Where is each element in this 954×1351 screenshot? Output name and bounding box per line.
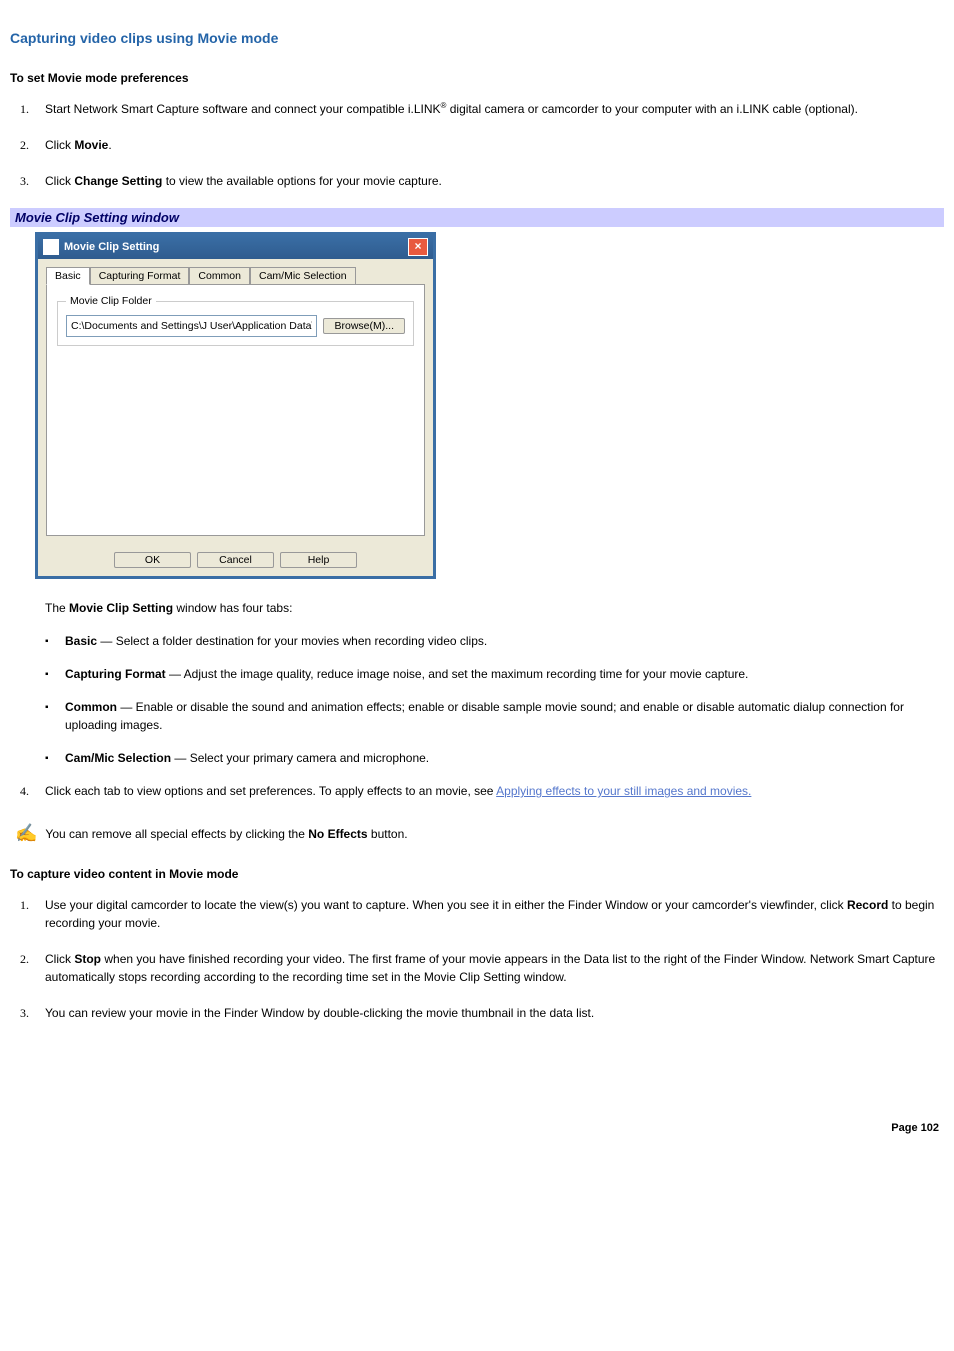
list-item: 3. Click Change Setting to view the avai… (45, 172, 944, 190)
note-text: You can remove all special effects by cl… (45, 827, 308, 841)
step-number: 2. (20, 950, 29, 968)
step-text: Start Network Smart Capture software and… (45, 102, 441, 116)
tab-strip: Basic Capturing Format Common Cam/Mic Se… (46, 267, 425, 285)
dialog-body: Basic Capturing Format Common Cam/Mic Se… (38, 259, 433, 544)
step-text: Click (45, 174, 74, 188)
movie-clip-setting-dialog: Movie Clip Setting × Basic Capturing For… (35, 232, 436, 579)
step-bold: Change Setting (74, 174, 162, 188)
step-bold: Movie (74, 138, 108, 152)
list-item: 2. Click Movie. (45, 136, 944, 154)
cancel-button[interactable]: Cancel (197, 552, 274, 568)
page-number: Page 102 (10, 1122, 944, 1134)
group-label: Movie Clip Folder (66, 295, 156, 307)
section2-heading: To capture video content in Movie mode (10, 867, 944, 881)
note-icon: ✍ (15, 820, 37, 847)
list-item: Basic — Select a folder destination for … (65, 632, 944, 650)
close-icon[interactable]: × (408, 238, 428, 256)
list-item: Capturing Format — Adjust the image qual… (65, 665, 944, 683)
help-button[interactable]: Help (280, 552, 357, 568)
step-number: 1. (20, 100, 29, 118)
step-text: . (108, 138, 111, 152)
tabs-description-list: Basic — Select a folder destination for … (10, 632, 944, 767)
paragraph: The Movie Clip Setting window has four t… (45, 599, 944, 617)
tab-panel-basic: Movie Clip Folder Browse(M)... (46, 285, 425, 536)
step-bold: Stop (74, 952, 101, 966)
list-item: Common — Enable or disable the sound and… (65, 698, 944, 734)
folder-path-input[interactable] (66, 315, 317, 337)
step-text: Click each tab to view options and set p… (45, 784, 496, 798)
step-text: Use your digital camcorder to locate the… (45, 898, 847, 912)
step-text: You can review your movie in the Finder … (45, 1006, 594, 1020)
browse-button[interactable]: Browse(M)... (323, 318, 405, 334)
applying-effects-link[interactable]: Applying effects to your still images an… (496, 784, 751, 798)
dialog-titlebar: Movie Clip Setting × (38, 235, 433, 259)
page-title: Capturing video clips using Movie mode (10, 30, 944, 46)
note-text: button. (368, 827, 408, 841)
list-item: 2. Click Stop when you have finished rec… (45, 950, 944, 986)
step-number: 4. (20, 782, 29, 800)
figure-caption: Movie Clip Setting window (10, 208, 944, 227)
list-item: 1. Start Network Smart Capture software … (45, 100, 944, 118)
list-item: 1. Use your digital camcorder to locate … (45, 896, 944, 932)
step-number: 2. (20, 136, 29, 154)
note-bold: No Effects (308, 827, 367, 841)
dialog-title: Movie Clip Setting (64, 241, 159, 253)
step-number: 3. (20, 172, 29, 190)
tab-capturing-format[interactable]: Capturing Format (90, 267, 190, 284)
tab-common[interactable]: Common (189, 267, 250, 284)
step-bold: Record (847, 898, 888, 912)
section1-list-cont: 4. Click each tab to view options and se… (10, 782, 944, 800)
section1-heading: To set Movie mode preferences (10, 71, 944, 85)
section2-list: 1. Use your digital camcorder to locate … (10, 896, 944, 1022)
dialog-footer: OK Cancel Help (38, 544, 433, 576)
step-text: Click (45, 138, 74, 152)
step-text: when you have finished recording your vi… (45, 952, 935, 984)
step-text: to view the available options for your m… (162, 174, 441, 188)
list-item: 3. You can review your movie in the Find… (45, 1004, 944, 1022)
app-icon (43, 239, 59, 255)
ok-button[interactable]: OK (114, 552, 191, 568)
movie-clip-folder-group: Movie Clip Folder Browse(M)... (57, 295, 414, 346)
list-item: 4. Click each tab to view options and se… (45, 782, 944, 800)
tab-basic[interactable]: Basic (46, 267, 90, 285)
step-number: 3. (20, 1004, 29, 1022)
step-text: Click (45, 952, 74, 966)
section1-list: 1. Start Network Smart Capture software … (10, 100, 944, 190)
step-number: 1. (20, 896, 29, 914)
step-text: digital camera or camcorder to your comp… (446, 102, 858, 116)
tab-cam-mic[interactable]: Cam/Mic Selection (250, 267, 356, 284)
note: ✍ You can remove all special effects by … (15, 820, 944, 847)
list-item: Cam/Mic Selection — Select your primary … (65, 749, 944, 767)
